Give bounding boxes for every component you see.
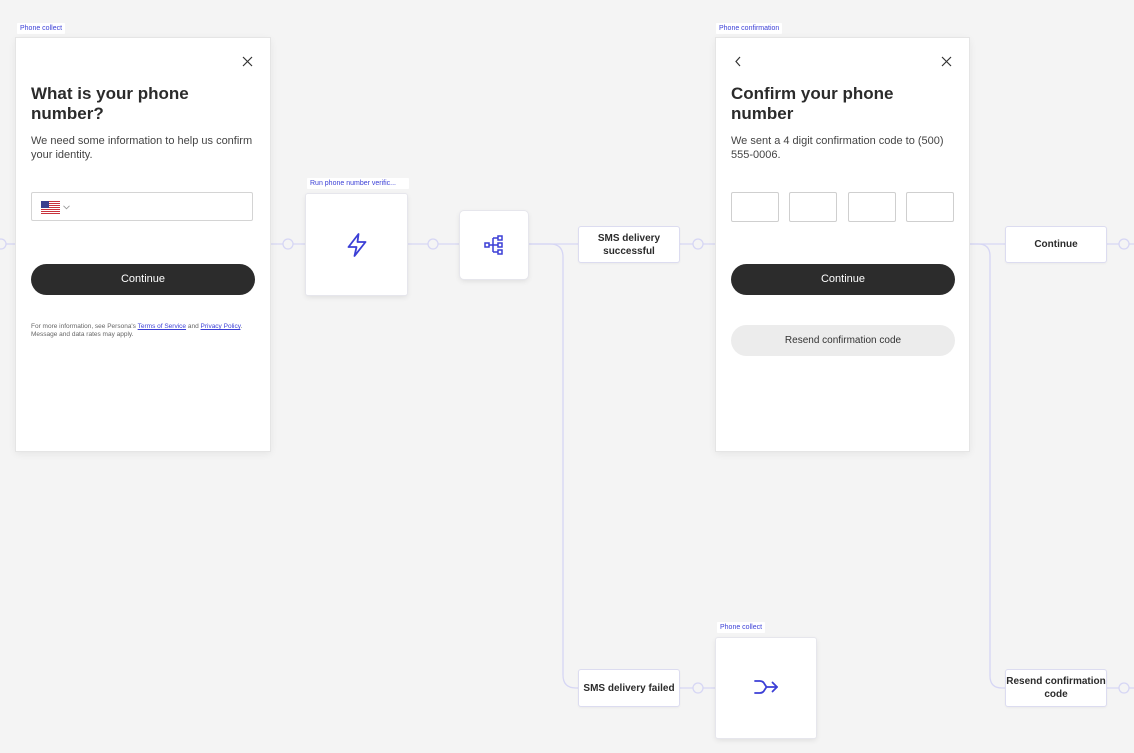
lightning-icon [347, 233, 367, 257]
sms-failed-node[interactable]: SMS delivery failed [579, 670, 679, 706]
privacy-policy-link[interactable]: Privacy Policy [201, 323, 241, 330]
code-digit-input[interactable] [789, 192, 837, 222]
continue-button[interactable]: Continue [31, 264, 255, 295]
continue-outcome-node[interactable]: Continue [1006, 227, 1106, 262]
terms-of-service-link[interactable]: Terms of Service [138, 323, 186, 330]
run-verification-node[interactable] [306, 194, 407, 295]
phone-confirmation-screen[interactable]: Confirm your phone number We sent a 4 di… [716, 38, 969, 451]
phone-number-input[interactable] [31, 192, 253, 221]
branch-node[interactable] [460, 211, 528, 279]
country-selector[interactable] [41, 201, 70, 214]
code-digit-input[interactable] [848, 192, 896, 222]
resend-code-button[interactable]: Resend confirmation code [731, 325, 955, 356]
close-icon[interactable] [939, 54, 953, 68]
legal-text: For more information, see Persona's Term… [31, 323, 259, 339]
sms-success-node[interactable]: SMS delivery successful [579, 227, 679, 262]
code-digit-input[interactable] [731, 192, 779, 222]
resend-outcome-node[interactable]: Resend confirmation code [1006, 670, 1106, 706]
page-description: We need some information to help us conf… [31, 135, 253, 161]
phone-collect-screen[interactable]: What is your phone number? We need some … [16, 38, 270, 451]
chevron-down-icon [63, 205, 70, 210]
page-title: Confirm your phone number [731, 84, 894, 123]
node-tag-run-verification: Run phone number verific... [307, 178, 409, 189]
back-icon[interactable] [731, 54, 745, 68]
legal-prefix: For more information, see Persona's [31, 323, 138, 330]
phone-collect-redirect-node[interactable] [716, 638, 816, 738]
page-description: We sent a 4 digit confirmation code to (… [731, 135, 944, 161]
page-title: What is your phone number? [31, 84, 189, 123]
continue-button[interactable]: Continue [731, 264, 955, 295]
node-tag-phone-confirmation: Phone confirmation [716, 23, 783, 34]
close-icon[interactable] [240, 54, 254, 68]
legal-and: and [186, 323, 201, 330]
node-tag-phone-collect-redirect: Phone collect [717, 622, 766, 633]
us-flag-icon [41, 201, 60, 214]
branch-icon [484, 235, 503, 255]
node-tag-phone-collect: Phone collect [17, 23, 66, 34]
redirect-arrow-icon [754, 680, 778, 694]
code-digit-input[interactable] [906, 192, 954, 222]
